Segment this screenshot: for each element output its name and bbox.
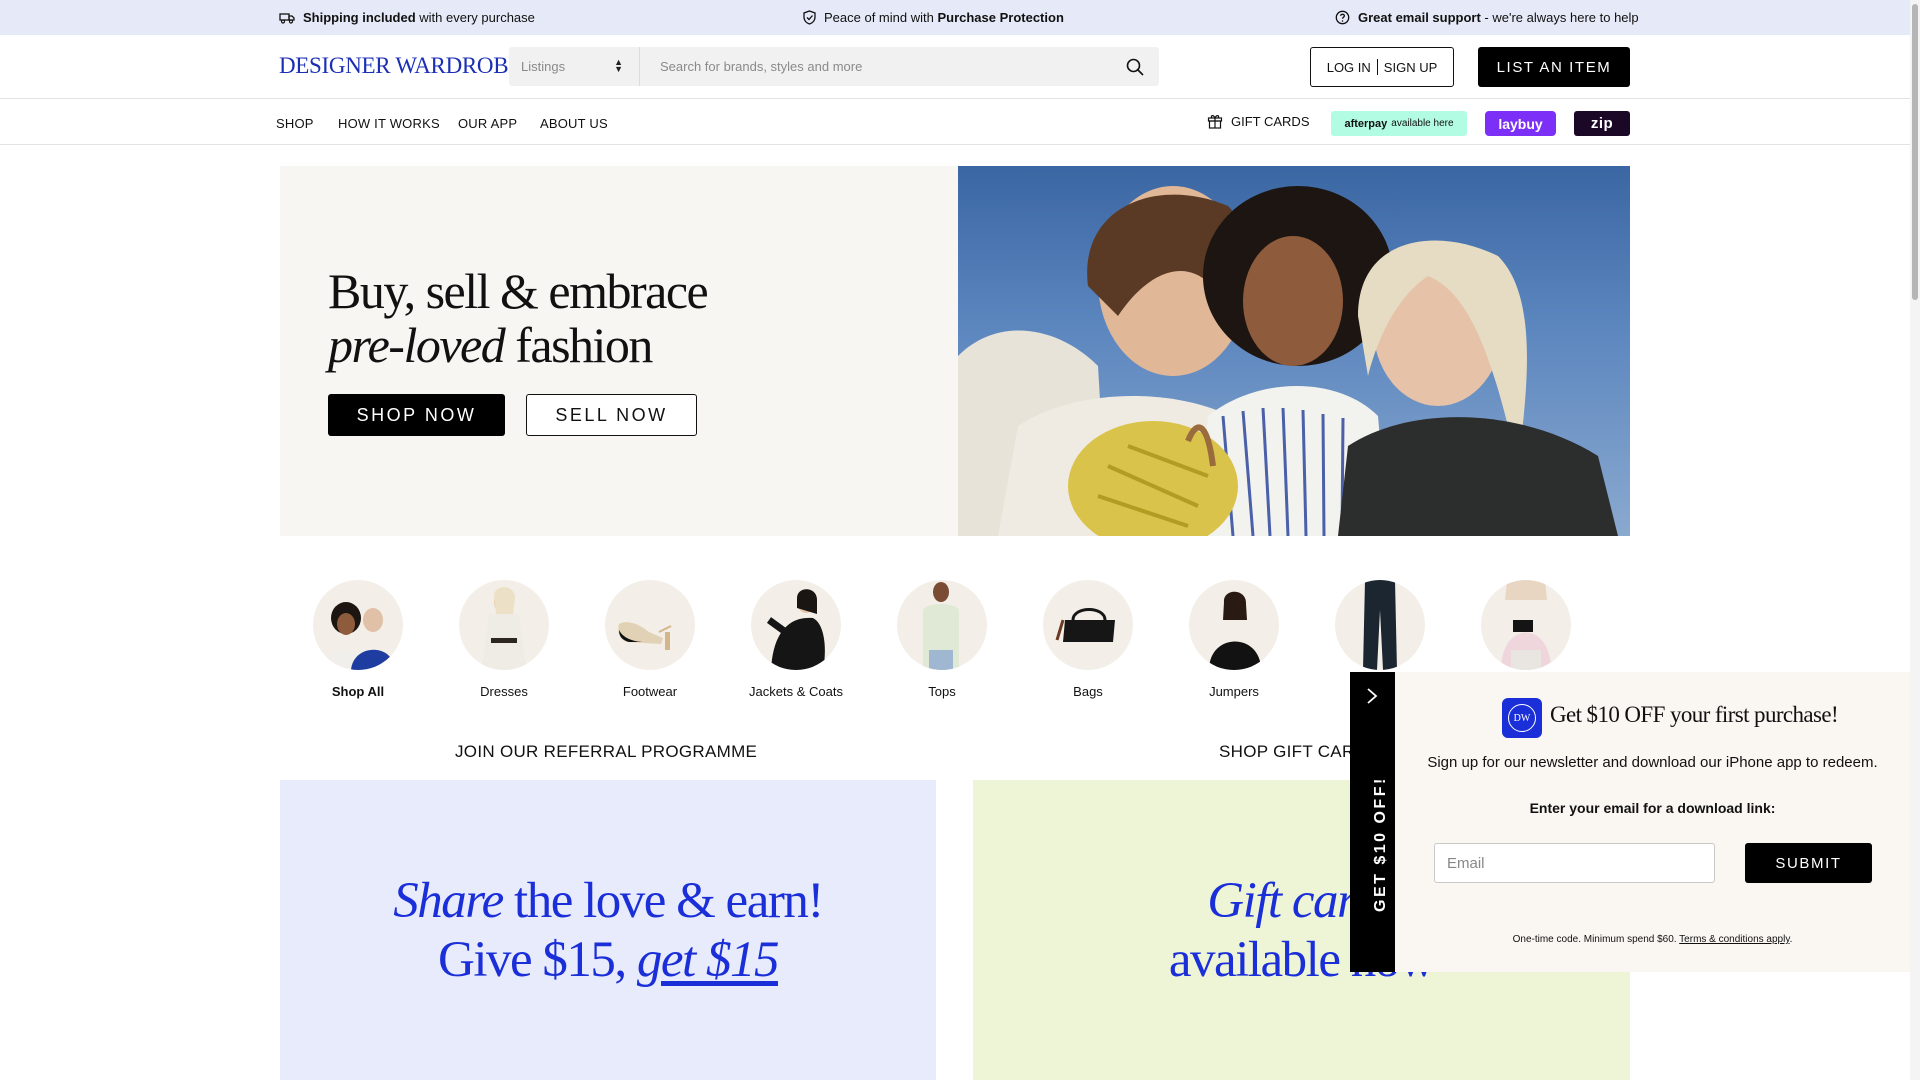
- category-jackets-coats[interactable]: Jackets & Coats: [723, 580, 869, 699]
- protection-text: Peace of mind with: [824, 10, 938, 25]
- protection-note: Peace of mind with Purchase Protection: [803, 0, 1064, 35]
- list-item-button[interactable]: LIST AN ITEM: [1478, 47, 1630, 87]
- afterpay-brand: afterpay: [1344, 117, 1388, 130]
- category-tops[interactable]: Tops: [869, 580, 1015, 699]
- referral-get-link[interactable]: get $15: [637, 932, 780, 988]
- afterpay-badge[interactable]: afterpay available here: [1331, 111, 1467, 136]
- category-label: Tops: [928, 684, 956, 699]
- hero-line2-rest: fashion: [504, 317, 653, 373]
- category-image: [1481, 580, 1571, 670]
- referral-section-title: JOIN OUR REFERRAL PROGRAMME: [455, 742, 758, 761]
- category-image: [459, 580, 549, 670]
- search-category-value: Listings: [521, 59, 566, 74]
- zip-badge[interactable]: zip: [1574, 111, 1630, 136]
- login-signup-button[interactable]: LOG IN SIGN UP: [1310, 47, 1454, 87]
- category-image: [313, 580, 403, 670]
- popup-headline: Get $10 OFF your first purchase!: [1550, 702, 1839, 727]
- search-icon[interactable]: [1125, 57, 1145, 77]
- shop-now-button[interactable]: SHOP NOW: [328, 394, 505, 436]
- hero-line1: Buy, sell & embrace: [328, 263, 709, 319]
- afterpay-text: available here: [1391, 118, 1454, 129]
- category-image: [1335, 580, 1425, 670]
- main-nav: SHOP HOW IT WORKS OUR APP ABOUT US GIFT …: [0, 100, 1910, 145]
- dw-logo-text: DW: [1508, 704, 1536, 732]
- nav-item-how-it-works[interactable]: HOW IT WORKS: [338, 116, 440, 131]
- page-scrollbar[interactable]: [1910, 0, 1920, 1080]
- category-dresses[interactable]: Dresses: [431, 580, 577, 699]
- dw-logo-badge: DW: [1502, 698, 1542, 738]
- discount-tab[interactable]: GET $10 OFF!: [1350, 672, 1395, 972]
- category-label: Jumpers: [1209, 684, 1259, 699]
- support-note: Great email support - we're always here …: [1335, 0, 1639, 35]
- discount-tab-label: GET $10 OFF!: [1372, 776, 1389, 912]
- site-header: DESIGNER WARDROBE Listings ▲▼ LOG IN SIG…: [0, 35, 1910, 99]
- hero-photo: [958, 166, 1630, 536]
- category-bags[interactable]: Bags: [1015, 580, 1161, 699]
- submit-button[interactable]: SUBMIT: [1745, 843, 1872, 883]
- category-image: [751, 580, 841, 670]
- category-label: Dresses: [480, 684, 528, 699]
- gift-cards-label: GIFT CARDS: [1231, 113, 1310, 129]
- signup-label[interactable]: SIGN UP: [1384, 60, 1437, 75]
- category-image: [605, 580, 695, 670]
- gift-icon: [1207, 115, 1223, 129]
- category-label: Footwear: [622, 684, 678, 699]
- hero-line2-italic: pre-loved: [328, 317, 506, 373]
- chevron-right-icon[interactable]: [1362, 686, 1382, 706]
- popup-subtitle: Sign up for our newsletter and download …: [1427, 754, 1878, 771]
- nav-item-shop[interactable]: SHOP: [276, 116, 314, 131]
- nav-item-about-us[interactable]: ABOUT US: [540, 116, 608, 131]
- referral-headline: Share the love & earn! Give $15, get $15: [280, 872, 936, 990]
- category-pants[interactable]: [1307, 580, 1453, 684]
- sell-now-button[interactable]: SELL NOW: [526, 394, 697, 436]
- search-category-select[interactable]: Listings ▲ ▼: [509, 47, 640, 86]
- category-image: [897, 580, 987, 670]
- email-label: Enter your email for a download link:: [1529, 800, 1776, 816]
- search-input[interactable]: [640, 47, 1110, 86]
- referral-share-rest: the love & earn!: [502, 873, 824, 929]
- protection-bold: Purchase Protection: [937, 10, 1064, 25]
- category-footwear[interactable]: Footwear: [577, 580, 723, 699]
- support-text: - we're always here to help: [1480, 10, 1639, 25]
- fine-print-text: One-time code. Minimum spend $60.: [1512, 934, 1680, 945]
- login-label[interactable]: LOG IN: [1327, 60, 1371, 75]
- truck-icon: [279, 12, 295, 24]
- hero-headline: Buy, sell & embrace pre-loved fashion: [328, 263, 709, 373]
- divider: [1376, 59, 1378, 75]
- fine-print-end: .: [1789, 934, 1793, 945]
- support-bold: Great email support: [1358, 10, 1481, 25]
- category-image: [1043, 580, 1133, 670]
- question-icon: [1335, 10, 1350, 25]
- select-arrows-icon: ▲ ▼: [614, 57, 623, 74]
- scrollbar-thumb[interactable]: [1912, 4, 1918, 300]
- category-jumpers[interactable]: Jumpers: [1161, 580, 1307, 699]
- shipping-text: with every purchase: [415, 10, 535, 25]
- nav-item-our-app[interactable]: OUR APP: [458, 116, 517, 131]
- category-label: Jackets & Coats: [749, 684, 843, 699]
- laybuy-badge[interactable]: laybuy: [1485, 111, 1556, 136]
- category-label: Shop All: [331, 684, 385, 699]
- announcement-bar: Shipping included with every purchase Pe…: [0, 0, 1910, 35]
- laybuy-logo: laybuy: [1498, 115, 1543, 132]
- referral-share-italic: Share: [393, 873, 504, 929]
- shield-icon: [803, 10, 816, 25]
- fine-print: One-time code. Minimum spend $60. Terms …: [1395, 934, 1910, 945]
- email-field[interactable]: [1434, 843, 1715, 883]
- shipping-bold: Shipping included: [303, 10, 416, 25]
- search-bar: Listings ▲ ▼: [509, 47, 1159, 86]
- gift-cards-link[interactable]: GIFT CARDS: [1207, 113, 1310, 129]
- newsletter-popup: DW Get $10 OFF your first purchase! Sign…: [1395, 672, 1910, 972]
- category-more[interactable]: [1453, 580, 1599, 684]
- category-image: [1189, 580, 1279, 670]
- site-logo[interactable]: DESIGNER WARDROBE: [279, 53, 522, 79]
- zip-logo: zip: [1590, 115, 1614, 132]
- referral-card[interactable]: Share the love & earn! Give $15, get $15: [280, 780, 936, 1080]
- terms-link[interactable]: Terms & conditions apply: [1679, 934, 1789, 945]
- category-shop-all[interactable]: Shop All: [285, 580, 431, 699]
- referral-give: Give $15,: [438, 932, 637, 988]
- hero-banner: Buy, sell & embrace pre-loved fashion SH…: [280, 166, 1630, 536]
- category-label: Bags: [1073, 684, 1103, 699]
- shipping-note: Shipping included with every purchase: [279, 0, 535, 35]
